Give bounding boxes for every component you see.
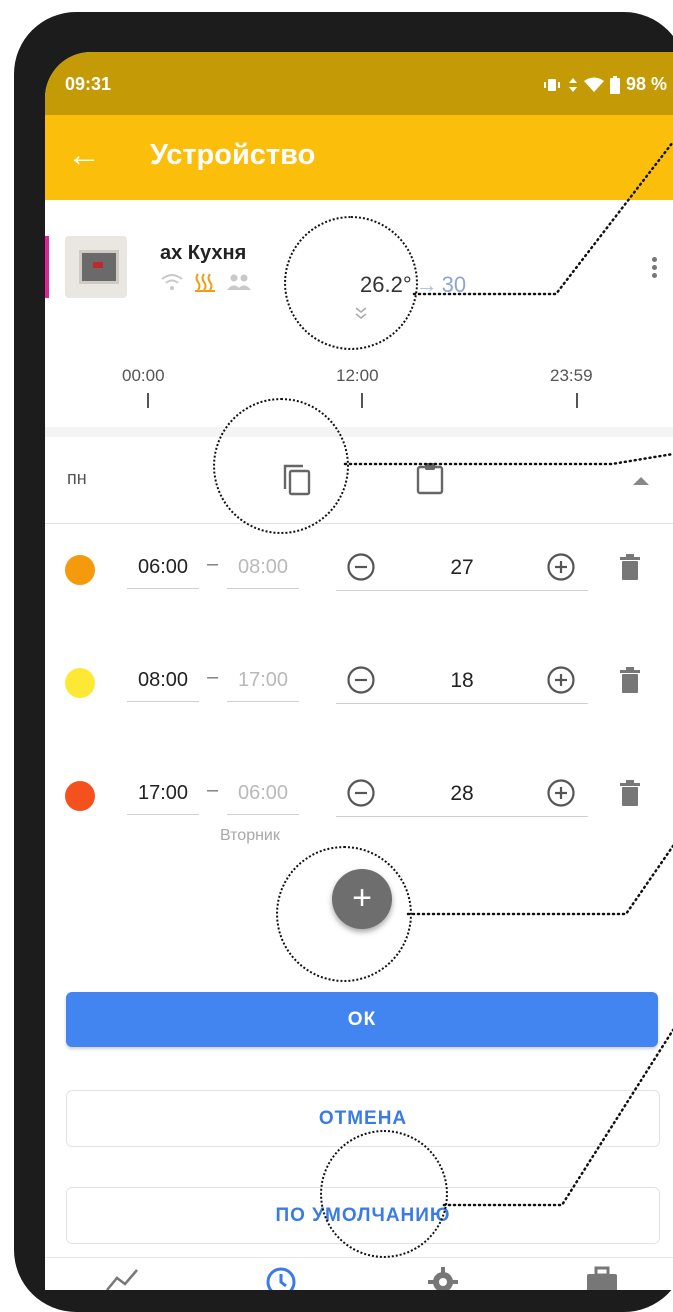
- collapse-icon[interactable]: [633, 477, 649, 485]
- app-screen: 09:31 98 % ← Устройство ах Кухня 26.2° →…: [45, 52, 673, 1290]
- temp-arrow: →: [415, 272, 438, 297]
- target-temperature: 30: [441, 272, 467, 297]
- device-thumbnail: [65, 236, 127, 298]
- timeline-tick: [576, 393, 578, 408]
- app-bar: ← Устройство: [45, 115, 673, 200]
- schedule-slot: 17:00 – 06:00 Вторник 28: [45, 749, 673, 844]
- slot-end-time[interactable]: 06:00: [227, 772, 299, 815]
- battery-icon: [609, 75, 620, 94]
- vibrate-icon: [543, 78, 560, 91]
- trash-icon[interactable]: [620, 554, 640, 580]
- timeline-label-mid: 12:00: [336, 366, 379, 385]
- wifi-icon: [161, 274, 183, 290]
- temperature-stepper: 27: [336, 546, 588, 591]
- device-name: ах Кухня: [160, 242, 247, 264]
- bottom-navigation: [45, 1257, 673, 1290]
- slot-start-time[interactable]: 08:00: [127, 659, 199, 702]
- timeline-tick: [361, 393, 363, 408]
- temperature-stepper: 18: [336, 659, 588, 704]
- page-title: Устройство: [150, 139, 316, 171]
- schedule-slot: 08:00 – 17:00 18: [45, 636, 673, 716]
- timeline-tick: [147, 393, 149, 408]
- arrow-left-icon[interactable]: ←: [67, 135, 101, 175]
- status-bar: 09:31 98 %: [45, 52, 673, 115]
- add-slot-button[interactable]: +: [332, 869, 392, 929]
- slot-end-time[interactable]: 08:00: [227, 546, 299, 589]
- minus-circle-icon[interactable]: [346, 552, 376, 582]
- chevron-down-icon[interactable]: [355, 306, 367, 323]
- slot-color-dot[interactable]: [65, 555, 95, 585]
- slot-start-time[interactable]: 17:00: [127, 772, 199, 815]
- timeline-label-start: 00:00: [122, 366, 165, 385]
- day-header: пн: [45, 437, 673, 524]
- slot-color-dot[interactable]: [65, 781, 95, 811]
- device-accent-bar: [45, 236, 49, 298]
- trash-icon[interactable]: [620, 667, 640, 693]
- slot-color-dot[interactable]: [65, 668, 95, 698]
- timeline: 00:00 12:00 23:59: [45, 332, 673, 427]
- timeline-label-end: 23:59: [550, 366, 593, 385]
- plus-circle-icon[interactable]: [546, 552, 576, 582]
- device-card[interactable]: ах Кухня 26.2° → 30: [45, 200, 673, 333]
- slot-dash: –: [207, 553, 219, 575]
- clock-icon[interactable]: [265, 1266, 297, 1290]
- current-temperature: 26.2°: [360, 272, 412, 297]
- section-divider: [45, 427, 673, 437]
- people-icon: [227, 274, 251, 290]
- slot-end-time[interactable]: 17:00: [227, 659, 299, 702]
- chart-icon[interactable]: [105, 1266, 139, 1290]
- copy-icon[interactable]: [281, 463, 313, 497]
- data-arrows-icon: [568, 77, 577, 92]
- minus-circle-icon[interactable]: [346, 778, 376, 808]
- schedule-slot: 06:00 – 08:00 27: [45, 523, 673, 603]
- slot-start-time[interactable]: 06:00: [127, 546, 199, 589]
- ok-button[interactable]: ОК: [66, 992, 658, 1047]
- status-time: 09:31: [65, 74, 112, 94]
- plus-circle-icon[interactable]: [546, 778, 576, 808]
- more-vert-icon[interactable]: [652, 254, 657, 281]
- briefcase-icon[interactable]: [585, 1266, 619, 1290]
- heating-icon: [195, 273, 215, 292]
- slot-dash: –: [207, 779, 219, 801]
- device-temperatures: 26.2° → 30: [360, 272, 466, 298]
- battery-percent: 98 %: [625, 74, 667, 94]
- clipboard-icon[interactable]: [415, 461, 445, 495]
- slot-dash: –: [207, 666, 219, 688]
- trash-icon[interactable]: [620, 780, 640, 806]
- temperature-stepper: 28: [336, 772, 588, 817]
- plus-circle-icon[interactable]: [546, 665, 576, 695]
- slot-end-day: Вторник: [220, 827, 280, 844]
- status-icons: 98 %: [542, 74, 667, 95]
- minus-circle-icon[interactable]: [346, 665, 376, 695]
- wifi-icon: [583, 77, 604, 92]
- day-label: пн: [67, 468, 87, 488]
- default-button[interactable]: ПО УМОЛЧАНИЮ: [66, 1187, 660, 1244]
- phone-frame: 09:31 98 % ← Устройство ах Кухня 26.2° →…: [14, 12, 673, 1312]
- gear-icon[interactable]: [427, 1266, 459, 1290]
- cancel-button[interactable]: ОТМЕНА: [66, 1090, 660, 1147]
- device-status-icons: [160, 272, 252, 292]
